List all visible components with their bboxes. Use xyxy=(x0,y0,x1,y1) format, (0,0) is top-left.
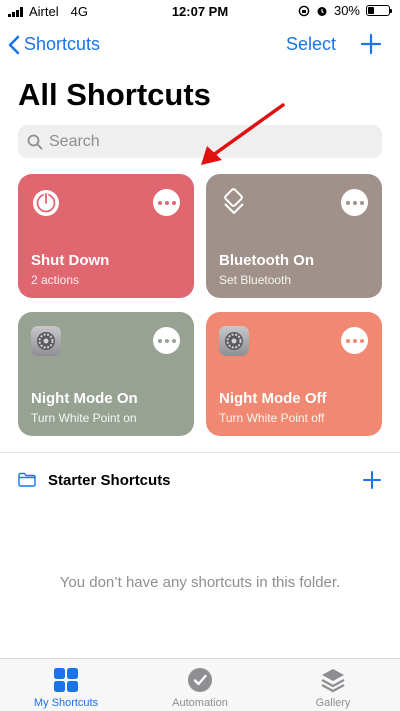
empty-folder-message: You don’t have any shortcuts in this fol… xyxy=(59,574,341,591)
grid-icon xyxy=(54,668,78,692)
select-button[interactable]: Select xyxy=(286,34,336,55)
tab-label: Automation xyxy=(172,697,228,709)
alarm-icon xyxy=(317,6,327,16)
page-title: All Shortcuts xyxy=(18,77,211,112)
layers-icon xyxy=(224,188,244,214)
folder-label: Starter Shortcuts xyxy=(48,472,171,489)
clock-check-icon xyxy=(188,668,212,692)
tab-bar: My Shortcuts Automation Gallery xyxy=(0,658,400,711)
search-icon xyxy=(27,134,43,149)
more-options-button[interactable] xyxy=(153,327,180,354)
battery-icon xyxy=(366,5,392,16)
battery-percent: 30% xyxy=(333,3,360,18)
plus-icon xyxy=(360,33,382,55)
tab-my-shortcuts[interactable]: My Shortcuts xyxy=(16,667,116,709)
red-arrow xyxy=(201,103,285,165)
layers-icon xyxy=(321,669,345,693)
settings-gear-icon xyxy=(31,326,61,356)
shortcut-title: Bluetooth On xyxy=(219,252,314,269)
navigation-bar: Shortcuts Select xyxy=(0,30,400,60)
tab-automation[interactable]: Automation xyxy=(150,667,250,709)
tab-gallery[interactable]: Gallery xyxy=(283,667,383,709)
section-divider xyxy=(0,452,400,453)
shortcut-subtitle: Turn White Point on xyxy=(31,411,137,425)
more-options-button[interactable] xyxy=(341,327,368,354)
add-to-folder-button[interactable] xyxy=(362,470,382,495)
tab-label: Gallery xyxy=(315,697,351,709)
shortcut-subtitle: Turn White Point off xyxy=(219,411,325,425)
status-right: 30% xyxy=(298,3,392,18)
shortcut-card-night-mode-off[interactable]: Night Mode Off Turn White Point off xyxy=(206,312,382,436)
plus-icon xyxy=(363,471,381,489)
shortcut-title: Shut Down xyxy=(31,252,110,269)
shortcut-title: Night Mode On xyxy=(31,390,138,407)
shortcut-card-night-mode-on[interactable]: Night Mode On Turn White Point on xyxy=(18,312,194,436)
shortcut-subtitle: 2 actions xyxy=(31,273,80,287)
add-shortcut-button[interactable] xyxy=(360,33,382,60)
back-label: Shortcuts xyxy=(24,34,101,54)
shortcut-card-bluetooth-on[interactable]: Bluetooth On Set Bluetooth xyxy=(206,174,382,298)
shortcut-card-shut-down[interactable]: Shut Down 2 actions xyxy=(18,174,194,298)
battery-fill xyxy=(368,7,374,14)
rotation-lock-icon xyxy=(298,5,310,16)
status-bar: Airtel 4G 12:07 PM 30% xyxy=(0,0,400,24)
more-options-button[interactable] xyxy=(341,189,368,216)
shortcut-title: Night Mode Off xyxy=(219,390,327,407)
shortcut-subtitle: Set Bluetooth xyxy=(219,273,292,287)
folder-icon xyxy=(18,472,36,487)
chevron-left-icon xyxy=(8,35,20,54)
power-icon xyxy=(33,190,59,216)
more-options-button[interactable] xyxy=(153,189,180,216)
settings-gear-icon xyxy=(219,326,249,356)
folder-row-starter-shortcuts[interactable]: Starter Shortcuts xyxy=(0,465,400,497)
tab-label: My Shortcuts xyxy=(33,697,99,709)
back-button[interactable]: Shortcuts xyxy=(8,34,100,55)
